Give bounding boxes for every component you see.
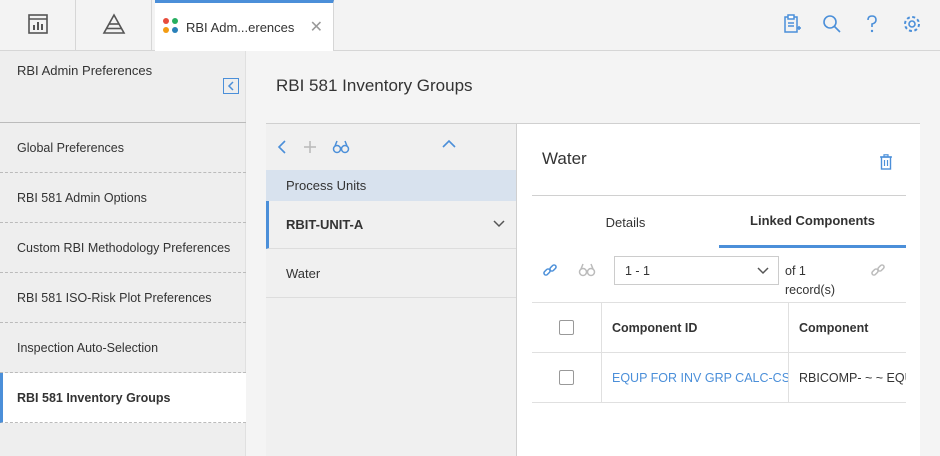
page-range-select[interactable]: 1 - 1 (614, 256, 779, 285)
sidebar-list: Global Preferences RBI 581 Admin Options… (0, 122, 246, 423)
pyramid-icon (102, 12, 126, 38)
chevron-up-icon[interactable] (441, 138, 457, 150)
tab-details[interactable]: Details (532, 196, 719, 248)
record-count-label: record(s) (785, 283, 836, 297)
page-range-value: 1 - 1 (625, 263, 651, 278)
column-header-component-id[interactable]: Component ID (602, 303, 789, 352)
row-checkbox[interactable] (559, 370, 574, 385)
table-header-row: Component ID Component (532, 303, 906, 353)
select-all-checkbox[interactable] (559, 320, 574, 335)
sidebar-item-global-preferences[interactable]: Global Preferences (0, 123, 246, 173)
main-content: RBI 581 Inventory Groups Process Units R… (246, 51, 940, 456)
chevron-down-icon[interactable] (492, 217, 506, 232)
tree-header-process-units[interactable]: Process Units (266, 170, 516, 201)
binoculars-icon[interactable] (332, 139, 350, 155)
detail-title: Water (542, 149, 587, 168)
record-count: of 1 record(s) (785, 262, 835, 300)
link-icon[interactable] (542, 262, 558, 281)
select-all-cell (532, 303, 602, 352)
back-chevron-icon[interactable] (276, 139, 288, 155)
tree-panel: Process Units RBIT-UNIT-A Water (266, 123, 516, 456)
top-bar: RBI Adm...erences ✕ (0, 0, 940, 51)
sidebar-item-custom-rbi-methodology[interactable]: Custom RBI Methodology Preferences (0, 223, 246, 273)
clipboard-add-icon[interactable] (782, 14, 802, 37)
grid-toolbar: 1 - 1 of 1 record(s) (532, 248, 906, 302)
close-icon[interactable]: ✕ (310, 17, 323, 37)
search-icon[interactable] (822, 14, 842, 37)
sidebar: RBI Admin Preferences Global Preferences… (0, 51, 246, 456)
row-select-cell (532, 353, 602, 402)
sidebar-item-inventory-groups[interactable]: RBI 581 Inventory Groups (0, 373, 246, 423)
unlink-icon[interactable] (870, 262, 886, 281)
chevron-down-icon (756, 265, 770, 279)
tree-leaf-water[interactable]: Water (266, 249, 516, 298)
binoculars-icon[interactable] (578, 262, 596, 281)
sidebar-item-iso-risk-plot[interactable]: RBI 581 ISO-Risk Plot Preferences (0, 273, 246, 323)
collapse-sidebar-button[interactable] (223, 78, 239, 94)
pyramid-button[interactable] (76, 0, 152, 50)
linked-components-table: Component ID Component EQUP FOR INV GRP … (532, 302, 906, 403)
sidebar-title: RBI Admin Preferences (17, 63, 153, 78)
tab-rbi-admin-preferences[interactable]: RBI Adm...erences ✕ (155, 0, 334, 51)
tab-linked-components[interactable]: Linked Components (719, 196, 906, 248)
add-icon[interactable] (302, 139, 318, 155)
sidebar-item-inspection-auto-selection[interactable]: Inspection Auto-Selection (0, 323, 246, 373)
record-count-of: of 1 (785, 264, 806, 278)
tree-toolbar (266, 124, 516, 170)
detail-tabs: Details Linked Components (532, 196, 906, 248)
column-header-component[interactable]: Component (789, 303, 906, 352)
component-cell: RBICOMP- ~ ~ EQUIP (799, 370, 906, 385)
trash-icon[interactable] (879, 154, 893, 173)
component-id-link[interactable]: EQUP FOR INV GRP CALC-CS ~ (602, 353, 789, 402)
sidebar-item-rbi-581-admin-options[interactable]: RBI 581 Admin Options (0, 173, 246, 223)
dashboard-button[interactable] (0, 0, 76, 50)
tab-label: RBI Adm...erences (186, 19, 295, 35)
table-row: EQUP FOR INV GRP CALC-CS ~ RBICOMP- ~ ~ … (532, 353, 906, 403)
dashboard-icon (27, 13, 49, 38)
chevron-left-icon (227, 79, 235, 94)
help-icon[interactable] (862, 14, 882, 37)
detail-panel: Water Details Linked Components 1 - 1 of… (516, 123, 920, 456)
tree-node-rbit-unit-a[interactable]: RBIT-UNIT-A (266, 201, 516, 249)
page-title: RBI 581 Inventory Groups (276, 76, 473, 95)
app-logo-icon (161, 16, 181, 39)
tree-node-label: RBIT-UNIT-A (286, 217, 364, 232)
settings-icon[interactable] (902, 14, 922, 37)
